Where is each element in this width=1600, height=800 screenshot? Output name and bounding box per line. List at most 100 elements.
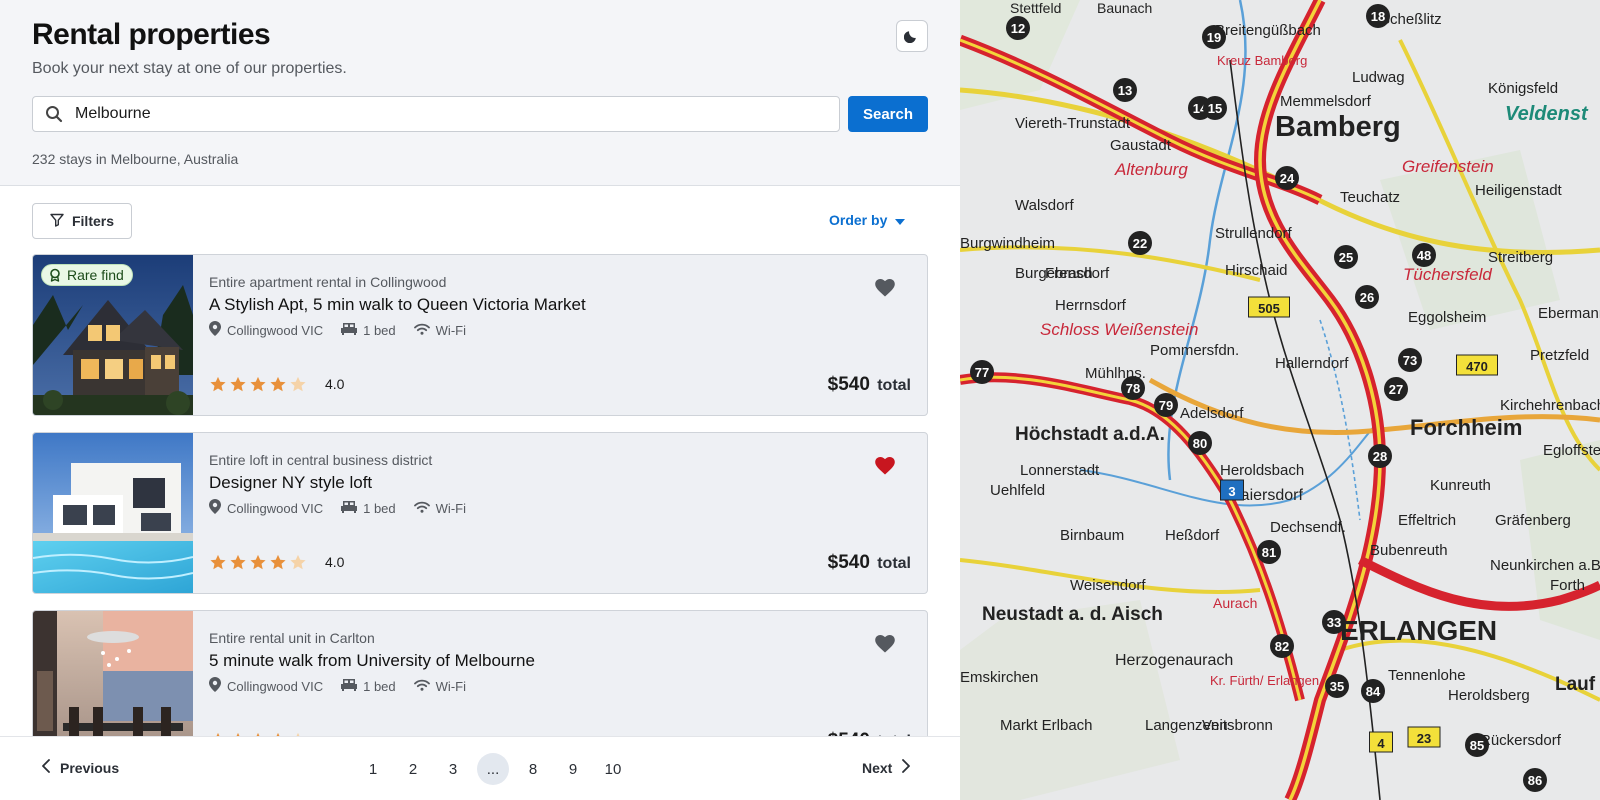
star-icon xyxy=(250,376,266,392)
route-marker: 26 xyxy=(1355,285,1379,309)
map-label-veitsbronn: Veitsbronn xyxy=(1202,717,1273,734)
route-marker: 85 xyxy=(1465,733,1489,757)
map-label-adelsdorf: Adelsdorf xyxy=(1180,405,1244,422)
listing-rating: 4.0 xyxy=(209,554,344,570)
page-ellipsis-button[interactable]: ... xyxy=(477,753,509,785)
page-title: Rental properties xyxy=(32,18,271,51)
listing-name[interactable]: 5 minute walk from University of Melbour… xyxy=(209,651,535,671)
pagination: Previous 1 2 3 ... 8 9 10 Next xyxy=(0,736,960,800)
listing-wifi: Wi-Fi xyxy=(435,322,466,338)
listing-beds: 1 bed xyxy=(363,322,396,338)
map-label-graefenberg: Gräfenberg xyxy=(1495,512,1571,529)
listing-amenities: Collingwood VIC 1 bed Wi-Fi xyxy=(209,499,466,517)
map-label-bamberg: Bamberg xyxy=(1275,111,1401,143)
star-rating xyxy=(209,376,309,392)
star-icon xyxy=(250,554,266,570)
map-label-heroldsberg: Heroldsberg xyxy=(1448,687,1530,704)
page-10-button[interactable]: 10 xyxy=(597,753,629,785)
route-marker: 79 xyxy=(1154,393,1178,417)
star-icon xyxy=(270,376,286,392)
listing-list: Rare find Entire apartment rental in Col… xyxy=(32,254,928,788)
page-numbers: 1 2 3 ... 8 9 10 xyxy=(357,753,629,785)
map-label-hallerndorf: Hallerndorf xyxy=(1275,355,1349,372)
listing-name[interactable]: Designer NY style loft xyxy=(209,473,372,493)
route-marker: 27 xyxy=(1384,377,1408,401)
star-icon xyxy=(230,376,246,392)
route-marker: 28 xyxy=(1368,444,1392,468)
route-number: 18 xyxy=(1371,9,1385,24)
map-view[interactable]: Bamberg Forchheim ERLANGEN Höchstadt a.d… xyxy=(960,0,1600,800)
map-label-burgwindheim: Burgwindheim xyxy=(960,235,1055,252)
map-label-weissenstein: Schloss Weißenstein xyxy=(1040,320,1198,339)
map-label-aurach: Aurach xyxy=(1213,595,1257,611)
listing-card[interactable]: Rare find Entire apartment rental in Col… xyxy=(32,254,928,416)
listing-beds: 1 bed xyxy=(363,500,396,516)
route-number: 84 xyxy=(1366,684,1381,699)
wifi-icon xyxy=(413,679,430,694)
listing-rating: 4.0 xyxy=(209,376,344,392)
page-3-button[interactable]: 3 xyxy=(437,753,469,785)
page-2-button[interactable]: 2 xyxy=(397,753,429,785)
listing-photo-pool-villa xyxy=(33,433,193,593)
map-label-egloffstein: Egloffstein xyxy=(1543,442,1600,459)
route-marker: 4 xyxy=(1369,731,1393,753)
favorite-button[interactable] xyxy=(873,277,897,301)
map-label-burgebrach: Burgebrach xyxy=(1015,265,1093,282)
route-number: 12 xyxy=(1011,21,1025,36)
route-marker: 470 xyxy=(1456,354,1498,376)
search-input[interactable] xyxy=(75,105,815,123)
page-8-button[interactable]: 8 xyxy=(517,753,549,785)
listing-type: Entire loft in central business district xyxy=(209,452,433,468)
route-marker: 84 xyxy=(1361,679,1385,703)
previous-page-button[interactable]: Previous xyxy=(42,759,119,776)
listing-amenities: Collingwood VIC 1 bed Wi-Fi xyxy=(209,677,466,695)
map-label-greifenstein: Greifenstein xyxy=(1402,157,1494,176)
page-9-button[interactable]: 9 xyxy=(557,753,589,785)
route-number: 470 xyxy=(1466,359,1488,374)
page-1-button[interactable]: 1 xyxy=(357,753,389,785)
filter-icon xyxy=(50,213,64,230)
map-label-breitenguessbach: Breitengüßbach xyxy=(1215,22,1321,39)
price-unit: total xyxy=(877,377,911,394)
map-label-dechsendorf: Dechsendf. xyxy=(1270,519,1346,536)
location-pin-icon xyxy=(209,499,221,517)
route-marker: 505 xyxy=(1248,296,1290,318)
route-number: 78 xyxy=(1126,381,1140,396)
favorite-button[interactable] xyxy=(873,455,897,479)
route-marker: 81 xyxy=(1257,540,1281,564)
filters-label: Filters xyxy=(71,213,114,229)
map-label-birnbaum: Birnbaum xyxy=(1060,527,1124,544)
next-page-button[interactable]: Next xyxy=(862,759,911,776)
star-icon xyxy=(290,554,306,570)
map-label-tennenlohe: Tennenlohe xyxy=(1388,667,1466,684)
map-label-kreuz-bamberg: Kreuz Bamberg xyxy=(1217,53,1307,68)
map-label-effeltrich: Effeltrich xyxy=(1398,512,1456,529)
route-number: 48 xyxy=(1417,248,1431,263)
favorite-button[interactable] xyxy=(873,633,897,657)
listing-name[interactable]: A Stylish Apt, 5 min walk to Queen Victo… xyxy=(209,295,586,315)
map-label-koenigsfeld: Königsfeld xyxy=(1488,80,1558,97)
chevron-left-icon xyxy=(42,759,50,776)
price-amount: $540 xyxy=(827,374,870,395)
map-label-rueckersdorf: Rückersdorf xyxy=(1480,732,1562,749)
page-subtitle: Book your next stay at one of our proper… xyxy=(32,60,347,77)
theme-toggle-button[interactable] xyxy=(896,20,928,52)
price-amount: $540 xyxy=(827,552,870,573)
filters-button[interactable]: Filters xyxy=(32,203,132,239)
search-icon xyxy=(33,105,75,123)
order-by-dropdown[interactable]: Order by xyxy=(829,212,906,228)
route-marker: 25 xyxy=(1334,245,1358,269)
route-number: 28 xyxy=(1373,449,1387,464)
search-button[interactable]: Search xyxy=(848,96,928,132)
bed-icon xyxy=(341,322,358,338)
listing-card[interactable]: Entire loft in central business district… xyxy=(32,432,928,594)
heart-icon xyxy=(875,634,895,656)
search-field[interactable] xyxy=(32,96,840,132)
map-label-lauf: Lauf a.d. xyxy=(1555,674,1600,695)
map-label-baunach: Baunach xyxy=(1097,0,1152,16)
route-number: 26 xyxy=(1360,290,1374,305)
caret-down-icon xyxy=(895,212,906,228)
map-label-strullendorf: Strullendorf xyxy=(1215,225,1293,242)
road-map[interactable]: Bamberg Forchheim ERLANGEN Höchstadt a.d… xyxy=(960,0,1600,800)
star-icon xyxy=(290,376,306,392)
